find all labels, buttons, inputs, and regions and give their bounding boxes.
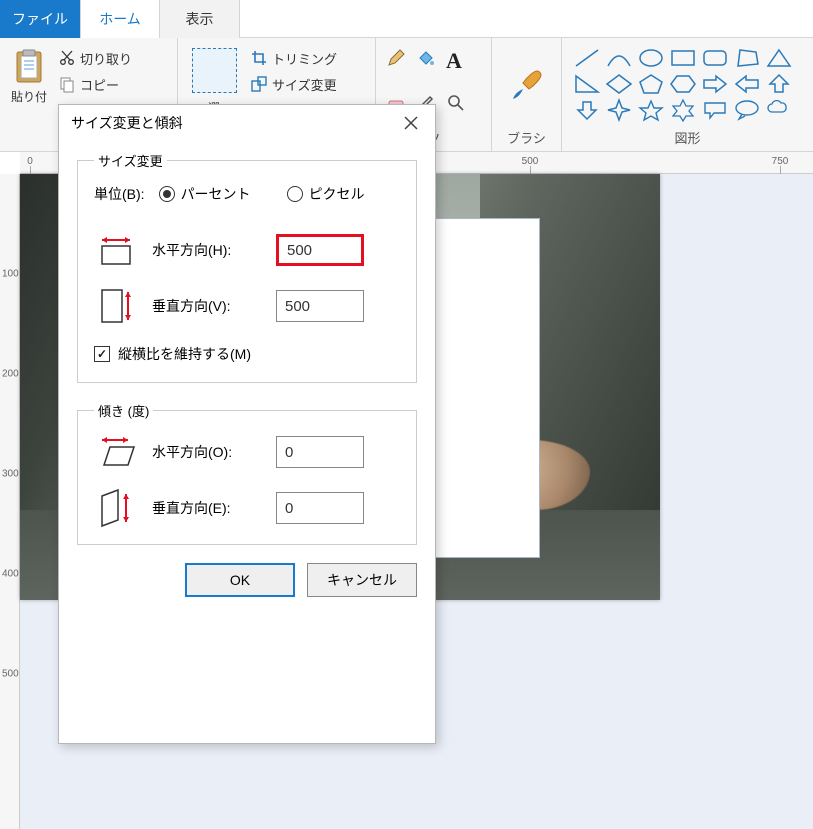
ruler-v-100: 100 [2, 269, 19, 280]
skew-h-input[interactable] [276, 436, 364, 468]
group-shapes: 図形 [562, 38, 813, 151]
shape-rect[interactable] [668, 46, 698, 70]
shape-callout-cloud[interactable] [764, 98, 794, 122]
resize-icon [250, 75, 268, 93]
close-button[interactable] [397, 109, 425, 137]
ruler-v-500: 500 [2, 669, 19, 680]
skew-legend: 傾き (度) [94, 401, 153, 420]
text-tool-icon[interactable]: A [446, 48, 462, 74]
resize-skew-dialog: サイズ変更と傾斜 サイズ変更 単位(B): パーセント ピクセル [58, 104, 436, 744]
shape-hexagon[interactable] [668, 72, 698, 96]
skew-v-input[interactable] [276, 492, 364, 524]
resize-v-icon [94, 288, 138, 324]
unit-label: 単位(B): [94, 184, 145, 204]
radio-pixel-dot [287, 186, 303, 202]
shape-star5[interactable] [636, 98, 666, 122]
dialog-titlebar: サイズ変更と傾斜 [59, 105, 435, 141]
shape-arrow-left[interactable] [732, 72, 762, 96]
resize-label: サイズ変更 [272, 75, 337, 94]
radio-percent-dot [159, 186, 175, 202]
resize-fieldset: サイズ変更 単位(B): パーセント ピクセル [77, 151, 417, 383]
aspect-checkbox[interactable]: 縦横比を維持する(M) [94, 344, 251, 364]
radio-pixel-label: ピクセル [309, 184, 365, 204]
tab-filler [240, 0, 813, 38]
shape-star4[interactable] [604, 98, 634, 122]
skew-h-label: 水平方向(O): [152, 442, 262, 462]
pencil-icon[interactable] [386, 48, 406, 68]
skew-h-icon [94, 434, 138, 470]
shape-callout-oval[interactable] [732, 98, 762, 122]
ruler-v-400: 400 [2, 569, 19, 580]
tab-view[interactable]: 表示 [160, 0, 240, 38]
close-icon [404, 116, 418, 130]
shape-curve[interactable] [604, 46, 634, 70]
resize-h-input[interactable] [276, 234, 364, 266]
shape-line[interactable] [572, 46, 602, 70]
cut-label: 切り取り [80, 49, 132, 68]
resize-legend: サイズ変更 [94, 151, 167, 170]
shape-ellipse[interactable] [636, 46, 666, 70]
crop-button[interactable]: トリミング [250, 46, 337, 70]
crop-icon [250, 49, 268, 67]
cancel-button[interactable]: キャンセル [307, 563, 417, 597]
dialog-title: サイズ変更と傾斜 [71, 113, 183, 133]
paste-label: 貼り付 [11, 88, 47, 105]
resize-v-input[interactable] [276, 290, 364, 322]
radio-percent-label: パーセント [181, 184, 251, 204]
radio-percent[interactable]: パーセント [159, 184, 251, 204]
shape-arrow-right[interactable] [700, 72, 730, 96]
shape-pentagon[interactable] [636, 72, 666, 96]
shapes-group-label: 図形 [568, 128, 807, 149]
radio-pixel[interactable]: ピクセル [287, 184, 365, 204]
shape-polygon[interactable] [732, 46, 762, 70]
clipboard-icon [13, 48, 45, 84]
shape-right-triangle[interactable] [572, 72, 602, 96]
skew-v-icon [94, 490, 138, 526]
ok-button[interactable]: OK [185, 563, 295, 597]
shape-arrow-down[interactable] [572, 98, 602, 122]
ruler-v-200: 200 [2, 369, 19, 380]
crop-label: トリミング [272, 49, 337, 68]
shape-roundrect[interactable] [700, 46, 730, 70]
cut-button[interactable]: 切り取り [58, 46, 132, 70]
copy-label: コピー [80, 75, 119, 94]
resize-button[interactable]: サイズ変更 [250, 72, 337, 96]
magnifier-icon[interactable] [446, 93, 466, 113]
copy-button[interactable]: コピー [58, 72, 132, 96]
aspect-checkbox-box [94, 346, 110, 362]
skew-fieldset: 傾き (度) 水平方向(O): [77, 401, 417, 545]
tab-file[interactable]: ファイル [0, 0, 80, 38]
group-brush: ブラシ [492, 38, 562, 151]
resize-v-label: 垂直方向(V): [152, 296, 262, 316]
shape-diamond[interactable] [604, 72, 634, 96]
shapes-gallery[interactable] [568, 42, 807, 126]
select-icon [192, 48, 237, 93]
shape-callout-round[interactable] [700, 98, 730, 122]
ruler-v-300: 300 [2, 469, 19, 480]
resize-h-icon [94, 232, 138, 268]
ribbon-tabs: ファイル ホーム 表示 [0, 0, 813, 38]
copy-icon [58, 75, 76, 93]
brush-group-label: ブラシ [498, 128, 555, 149]
shape-arrow-up[interactable] [764, 72, 794, 96]
brush-icon[interactable] [509, 67, 545, 103]
bucket-icon[interactable] [416, 48, 436, 68]
paste-button[interactable]: 貼り付 [6, 42, 52, 105]
skew-v-label: 垂直方向(E): [152, 498, 262, 518]
vertical-ruler: 100 200 300 400 500 [0, 174, 20, 829]
shape-star6[interactable] [668, 98, 698, 122]
resize-h-label: 水平方向(H): [152, 240, 262, 260]
shape-triangle[interactable] [764, 46, 794, 70]
scissors-icon [58, 49, 76, 67]
tab-home[interactable]: ホーム [80, 0, 160, 38]
aspect-label: 縦横比を維持する(M) [118, 344, 251, 364]
